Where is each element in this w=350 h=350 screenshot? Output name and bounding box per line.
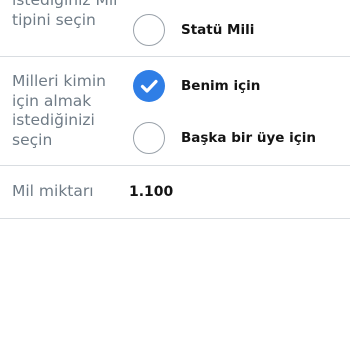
for-me-option-label[interactable]: Benim için bbox=[181, 77, 260, 95]
mile-type-label-line-2: tipini seçin bbox=[12, 10, 96, 29]
miles-amount-value: 1.100 bbox=[129, 184, 174, 200]
recipient-label-line-2: için almak bbox=[12, 91, 92, 110]
recipient-label: Milleri kimin için almak istediğinizi se… bbox=[12, 72, 106, 150]
recipient-label-line-1: Milleri kimin bbox=[12, 72, 106, 90]
recipient-label-line-4: seçin bbox=[12, 130, 53, 149]
mile-type-label: istediğiniz Mil tipini seçin bbox=[12, 0, 117, 30]
mile-type-section: istediğiniz Mil tipini seçin Statü Mili bbox=[0, 0, 350, 57]
recipient-section: Milleri kimin için almak istediğinizi se… bbox=[0, 57, 350, 165]
other-member-option-label[interactable]: Başka bir üye için bbox=[181, 129, 316, 147]
checkmark-icon bbox=[140, 79, 158, 93]
other-member-radio[interactable] bbox=[133, 122, 165, 154]
for-me-radio[interactable] bbox=[133, 70, 165, 102]
page: istediğiniz Mil tipini seçin Statü Mili … bbox=[0, 0, 350, 350]
mile-type-label-line-1: istediğiniz Mil bbox=[12, 0, 118, 9]
divider bbox=[0, 218, 350, 219]
status-mile-radio[interactable] bbox=[133, 14, 165, 46]
miles-amount-label: Mil miktarı bbox=[12, 182, 94, 200]
recipient-label-line-3: istediğinizi bbox=[12, 111, 95, 129]
status-mile-option-label[interactable]: Statü Mili bbox=[181, 21, 254, 39]
miles-amount-row: Mil miktarı 1.100 bbox=[0, 166, 350, 218]
